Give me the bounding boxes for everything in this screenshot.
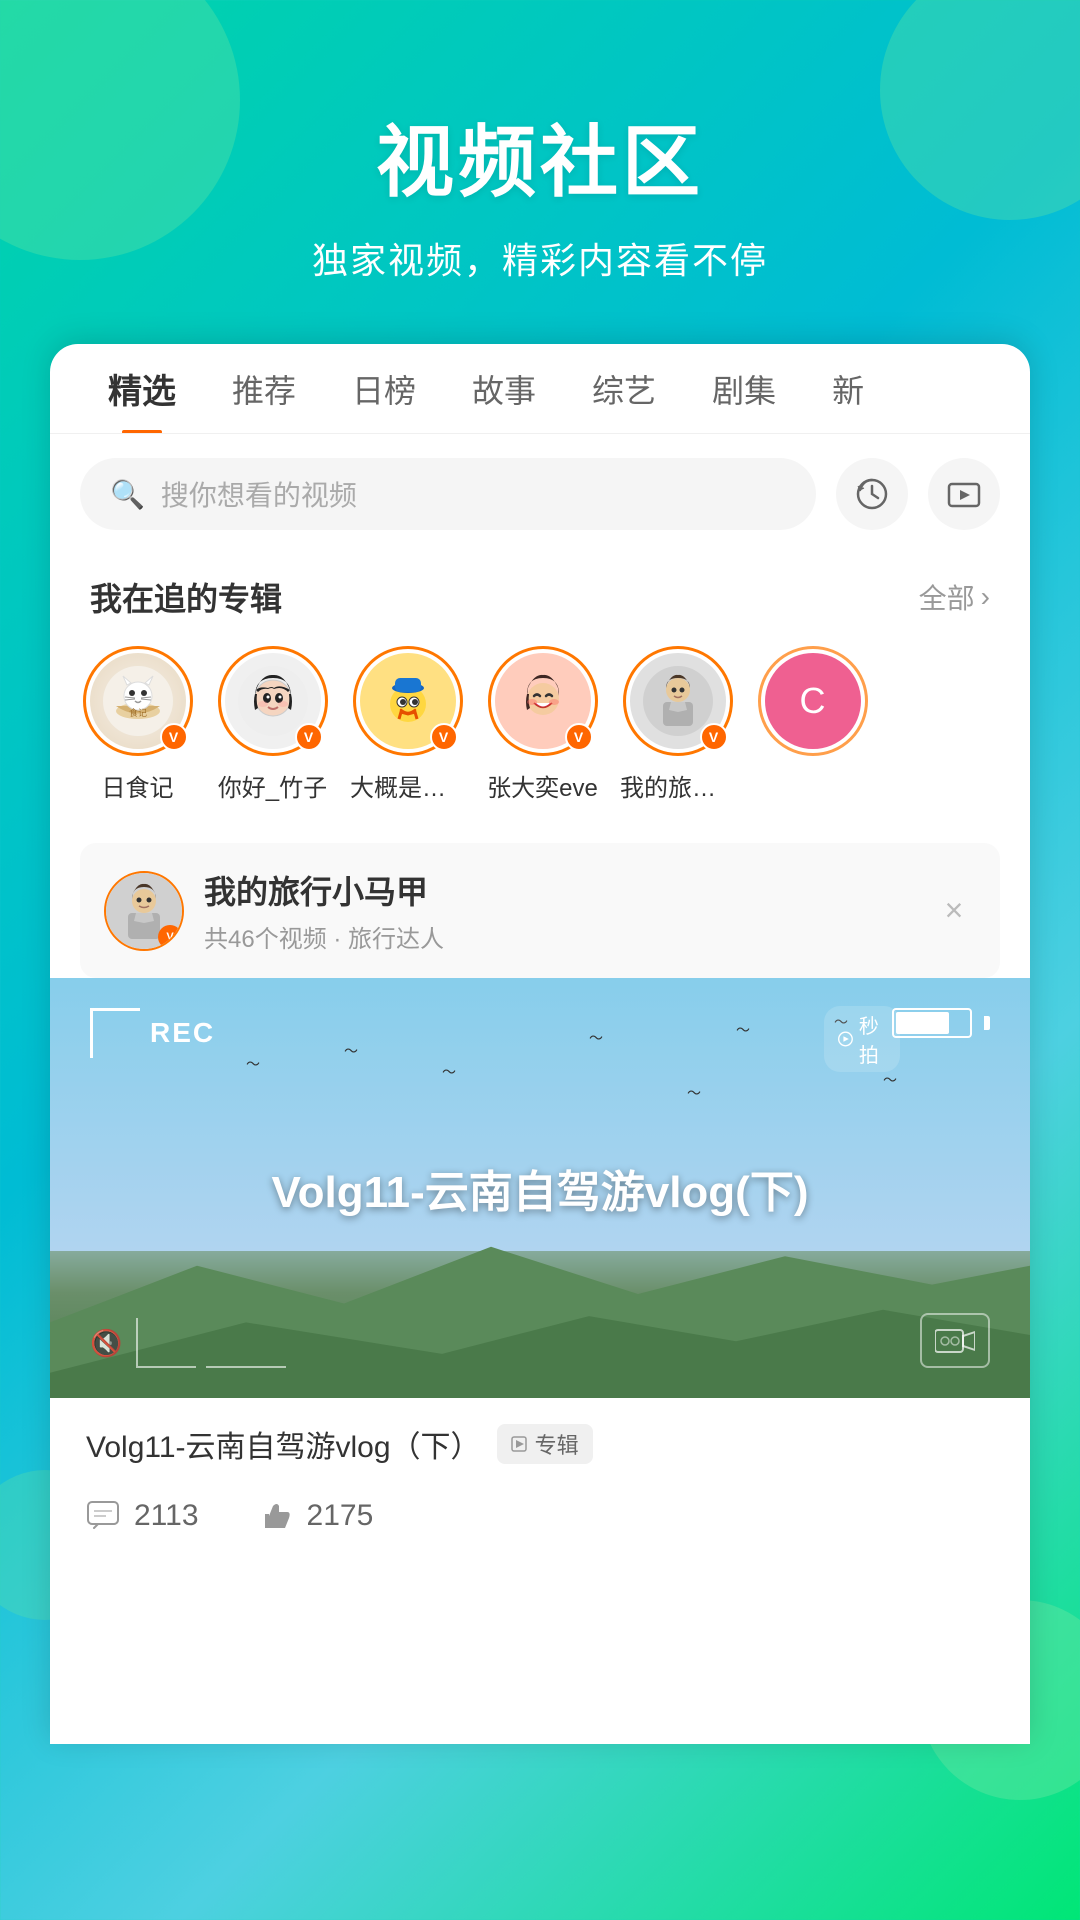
info-card-title: 我的旅行小马甲 [204, 867, 912, 913]
app-card: 精选 推荐 日榜 故事 综艺 剧集 新 🔍 搜你想看的视频 [50, 344, 1030, 1744]
play-tag-icon [511, 1435, 529, 1453]
comment-icon [86, 1498, 122, 1534]
album-item-zhang[interactable]: V 张大奕eve [485, 646, 600, 803]
album-item-jiing[interactable]: V 大概是井越 [350, 646, 465, 803]
tab-tuijian[interactable]: 推荐 [204, 344, 324, 434]
history-icon [854, 476, 890, 512]
stats-row: 2113 2175 [50, 1482, 1030, 1558]
progress-line [206, 1366, 286, 1368]
seconds-badge: 秒拍 [824, 1006, 900, 1072]
video-folder-icon [946, 476, 982, 512]
svg-text:食记: 食记 [129, 707, 147, 718]
comments-stat: 2113 [86, 1498, 199, 1534]
video-recorder-icon-wrap [920, 1313, 990, 1368]
bird-4: 〜 [589, 1028, 603, 1048]
risshoku-avatar-img: 食记 [103, 666, 173, 736]
info-card-close-button[interactable]: × [932, 889, 976, 933]
video-info-row: Volg11-云南自驾游vlog（下） 专辑 [86, 1422, 994, 1466]
following-title: 我在追的专辑 [90, 574, 282, 620]
video-battery-area: 秒拍 [892, 1008, 990, 1038]
album-item-travel[interactable]: V 我的旅行... [620, 646, 735, 803]
page-subtitle: 独家视频，精彩内容看不停 [0, 232, 1080, 284]
likes-stat: 2175 [259, 1498, 374, 1534]
album-tag-label: 专辑 [535, 1428, 579, 1460]
history-button[interactable] [836, 458, 908, 530]
following-more-button[interactable]: 全部 › [919, 577, 990, 617]
like-icon [259, 1498, 295, 1534]
album-name-risshoku: 日食记 [80, 768, 195, 803]
battery-fill [896, 1012, 949, 1034]
bird-8: 〜 [883, 1070, 897, 1090]
info-card-avatar: V [104, 871, 184, 951]
more-arrow-icon: › [981, 581, 990, 613]
search-section: 🔍 搜你想看的视频 [50, 434, 1030, 554]
recorder-icon [935, 1326, 975, 1356]
seconds-text: 秒拍 [859, 1010, 886, 1068]
travel-avatar-img [643, 666, 713, 736]
album-name-jiing: 大概是井越 [350, 768, 465, 803]
tab-bar: 精选 推荐 日榜 故事 综艺 剧集 新 [50, 344, 1030, 434]
bird-1: 〜 [246, 1054, 260, 1074]
info-card-content: 我的旅行小马甲 共46个视频 · 旅行达人 [204, 867, 912, 954]
album-name-zhang: 张大奕eve [485, 768, 600, 803]
video-info: Volg11-云南自驾游vlog（下） 专辑 [50, 1398, 1030, 1482]
bird-6: 〜 [736, 1020, 750, 1040]
bird-5: 〜 [687, 1083, 701, 1103]
vip-badge-risshoku: V [160, 723, 188, 751]
following-section-header: 我在追的专辑 全部 › [50, 554, 1030, 636]
video-info-title: Volg11-云南自驾游vlog（下） [86, 1422, 481, 1466]
vip-badge-travel: V [700, 723, 728, 751]
bird-2: 〜 [344, 1041, 358, 1061]
mute-icon: 🔇 [90, 1328, 122, 1359]
album-avatar-partial: C [765, 653, 861, 749]
album-row: 食记 V 日食记 [50, 636, 1030, 833]
album-name-nihao: 你好_竹子 [215, 768, 330, 803]
info-card: V 我的旅行小马甲 共46个视频 · 旅行达人 × [80, 843, 1000, 978]
rec-corner-icon [90, 1008, 140, 1058]
album-tag: 专辑 [497, 1424, 593, 1464]
search-box[interactable]: 🔍 搜你想看的视频 [80, 458, 816, 530]
zhang-avatar-img [508, 666, 578, 736]
tab-juji[interactable]: 剧集 [684, 344, 804, 434]
likes-count: 2175 [307, 1499, 374, 1533]
video-title-overlay: Volg11-云南自驾游vlog(下) [272, 1156, 809, 1220]
tab-xin[interactable]: 新 [804, 344, 892, 434]
comments-count: 2113 [134, 1499, 199, 1533]
search-placeholder-text: 搜你想看的视频 [161, 474, 357, 514]
partial-album-letter: C [800, 680, 826, 722]
tab-jingxuan[interactable]: 精选 [80, 344, 204, 434]
album-item-partial[interactable]: C [755, 646, 870, 768]
vip-badge-zhang: V [565, 723, 593, 751]
info-avatar-vip-badge: V [158, 925, 182, 949]
vip-badge-nihao: V [295, 723, 323, 751]
battery-bar [892, 1008, 972, 1038]
nihao-avatar-img [238, 666, 308, 736]
video-bottom-controls: 🔇 [90, 1318, 286, 1368]
progress-l-shape [136, 1318, 196, 1368]
video-folder-button[interactable] [928, 458, 1000, 530]
album-item-nihao[interactable]: V 你好_竹子 [215, 646, 330, 803]
video-container[interactable]: 〜 〜 〜 〜 〜 〜 〜 〜 REC 秒拍 [50, 978, 1030, 1398]
rec-text: REC [150, 1017, 215, 1049]
search-icon: 🔍 [110, 478, 145, 511]
battery-cap [984, 1016, 990, 1030]
album-name-travel: 我的旅行... [620, 768, 735, 803]
tab-gushi[interactable]: 故事 [444, 344, 564, 434]
vip-badge-jiing: V [430, 723, 458, 751]
tab-ribang[interactable]: 日榜 [324, 344, 444, 434]
info-card-meta: 共46个视频 · 旅行达人 [204, 919, 912, 954]
play-circle-icon [838, 1028, 853, 1050]
bird-3: 〜 [442, 1062, 456, 1082]
album-item-risshoku[interactable]: 食记 V 日食记 [80, 646, 195, 803]
video-rec-badge: REC [90, 1008, 215, 1058]
tab-zongyi[interactable]: 综艺 [564, 344, 684, 434]
jiing-avatar-img [373, 666, 443, 736]
